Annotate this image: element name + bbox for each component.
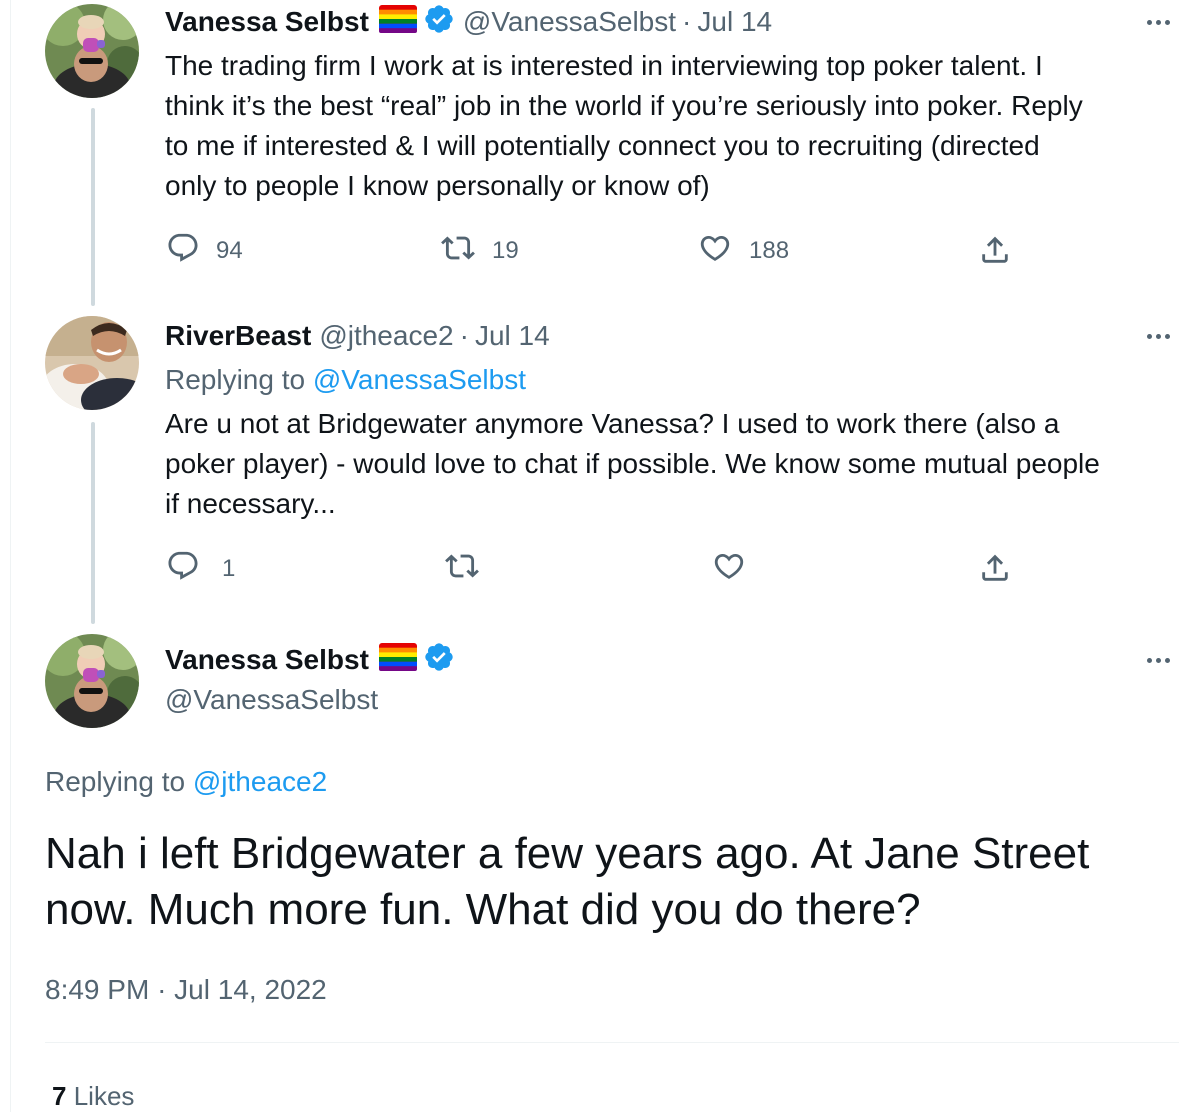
tweet-text: The trading firm I work at is interested… <box>165 46 1185 206</box>
avatar-vanessa-selbst[interactable] <box>45 634 139 728</box>
more-icon[interactable] <box>1140 12 1176 32</box>
more-icon[interactable] <box>1140 650 1176 670</box>
reply-icon <box>166 549 200 590</box>
thread-line <box>91 108 95 306</box>
tweet-text-line: think it’s the best “real” job in the wo… <box>165 90 1083 121</box>
author-handle[interactable]: @jtheace2 <box>319 320 453 352</box>
tweet-text-line: The trading firm I work at is interested… <box>165 50 1043 81</box>
replying-to: Replying to @VanessaSelbst <box>165 360 526 400</box>
tweet-text-line: if necessary... <box>165 488 336 519</box>
more-icon[interactable] <box>1140 326 1176 346</box>
likes-label: Likes <box>73 1081 135 1111</box>
reply-count: 1 <box>222 555 236 582</box>
replying-to: Replying to @jtheace2 <box>45 762 327 802</box>
timeline-left-border <box>10 0 11 1112</box>
likes-stat[interactable]: 7 Likes <box>52 1078 134 1114</box>
replying-to-label: Replying to <box>165 364 313 395</box>
author-name[interactable]: Vanessa Selbst <box>165 644 369 676</box>
thread-line <box>91 422 95 624</box>
verified-badge-icon <box>423 3 455 42</box>
share-icon <box>978 551 1012 592</box>
author-name[interactable]: Vanessa Selbst <box>165 6 369 38</box>
like-button[interactable]: 188 <box>697 231 789 271</box>
likes-count: 7 <box>52 1081 67 1111</box>
main-tweet-text: Nah i left Bridgewater a few years ago. … <box>45 826 1185 938</box>
reply-button[interactable]: 1 <box>166 549 235 589</box>
share-icon <box>978 233 1012 274</box>
separator-dot: · <box>157 974 167 1005</box>
replying-to-handle[interactable]: @jtheace2 <box>193 766 327 797</box>
share-button[interactable] <box>978 551 1012 591</box>
tweet-text-line: only to people I know personally or know… <box>165 170 710 201</box>
tweet-timestamp[interactable]: 8:49 PM · Jul 14, 2022 <box>45 970 327 1010</box>
retweet-icon <box>440 231 476 272</box>
like-count: 188 <box>749 237 790 264</box>
retweet-button[interactable] <box>444 549 480 589</box>
avatar-vanessa-selbst[interactable] <box>45 4 139 98</box>
share-button[interactable] <box>978 233 1012 273</box>
tweet-text: Are u not at Bridgewater anymore Vanessa… <box>165 404 1185 524</box>
divider <box>45 1042 1179 1043</box>
tweet-header: Vanessa Selbst <box>165 640 455 680</box>
rainbow-flag-icon <box>378 4 417 40</box>
tweet-text-line: to me if interested & I will potentially… <box>165 130 1040 161</box>
heart-icon <box>711 549 747 590</box>
reply-button[interactable]: 94 <box>166 231 243 271</box>
separator-dot: · <box>459 320 469 351</box>
tweet-date[interactable]: Jul 14 <box>697 6 772 38</box>
reply-icon <box>166 231 200 272</box>
replying-to-label: Replying to <box>45 766 193 797</box>
author-handle[interactable]: @VanessaSelbst <box>165 680 378 720</box>
tweet-header: Vanessa Selbst @VanessaSelbst · Jul 14 <box>165 2 772 42</box>
tweet-time: 8:49 PM <box>45 974 150 1005</box>
tweet-full-date: Jul 14, 2022 <box>174 974 327 1005</box>
separator-dot: · <box>682 6 692 37</box>
like-button[interactable] <box>711 549 747 589</box>
tweet-header: RiverBeast @jtheace2 · Jul 14 <box>165 316 550 356</box>
avatar-riverbeast[interactable] <box>45 316 139 410</box>
main-tweet-text-line: now. Much more fun. What did you do ther… <box>45 885 921 934</box>
heart-icon <box>697 231 733 272</box>
tweet-text-line: Are u not at Bridgewater anymore Vanessa… <box>165 408 1060 439</box>
retweet-button[interactable]: 19 <box>440 231 519 271</box>
reply-count: 94 <box>216 237 243 264</box>
retweet-count: 19 <box>492 237 519 264</box>
verified-badge-icon <box>423 641 455 680</box>
replying-to-handle[interactable]: @VanessaSelbst <box>313 364 526 395</box>
rainbow-flag-icon <box>378 642 417 678</box>
main-tweet-text-line: Nah i left Bridgewater a few years ago. … <box>45 829 1090 878</box>
author-handle[interactable]: @VanessaSelbst <box>463 6 676 38</box>
tweet-text-line: poker player) - would love to chat if po… <box>165 448 1100 479</box>
author-name[interactable]: RiverBeast <box>165 320 311 352</box>
tweet-date[interactable]: Jul 14 <box>475 320 550 352</box>
retweet-icon <box>444 549 480 590</box>
